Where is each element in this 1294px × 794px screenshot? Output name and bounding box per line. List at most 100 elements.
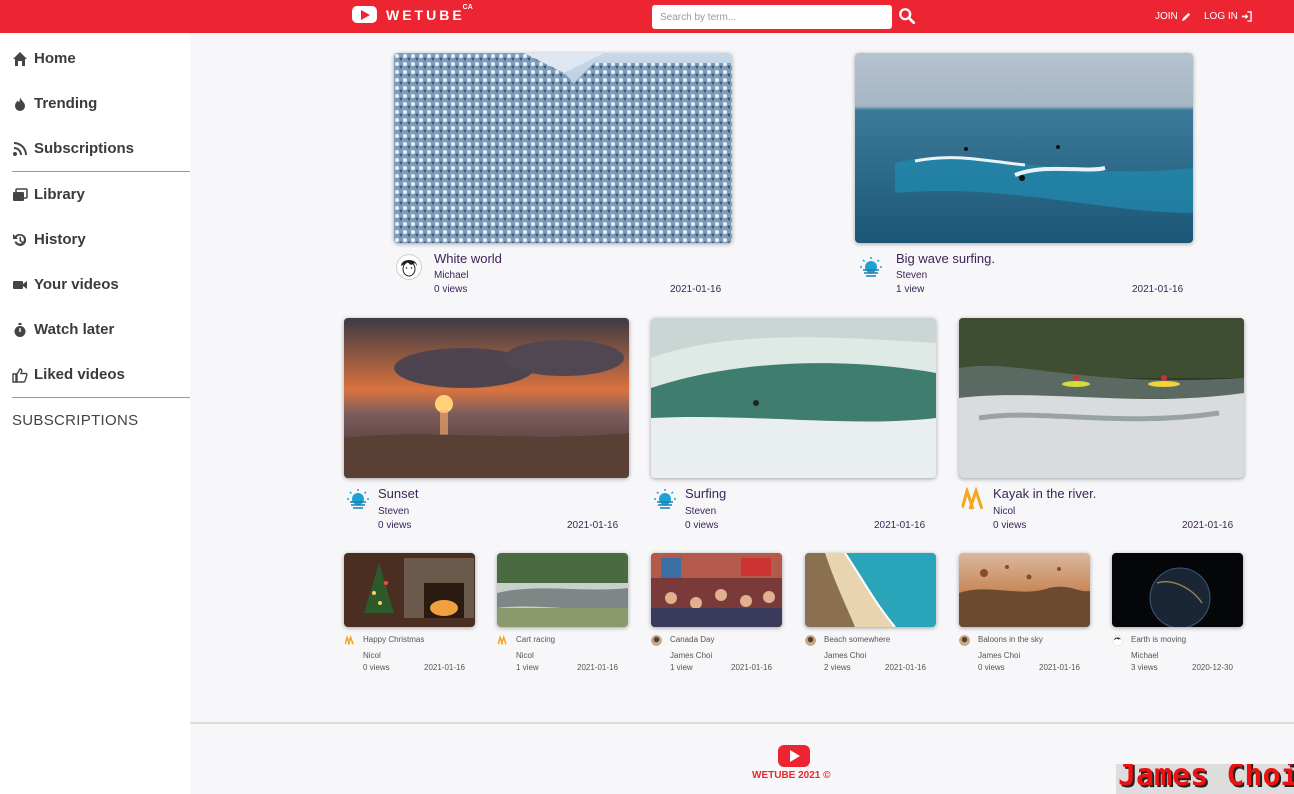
video-author[interactable]: Nicol bbox=[516, 651, 534, 660]
cart-racing-thumbnail bbox=[497, 553, 628, 627]
video-author[interactable]: James Choi bbox=[824, 651, 866, 660]
video-card[interactable]: Surfing Steven 0 views 2021-01-16 bbox=[651, 318, 936, 533]
sidebar-item-trending[interactable]: Trending bbox=[12, 95, 97, 112]
sidebar-item-label: Library bbox=[34, 186, 85, 203]
video-card[interactable]: White world Michael 0 views 2021-01-16 bbox=[394, 53, 732, 298]
avatar[interactable] bbox=[344, 635, 355, 646]
video-author[interactable]: Nicol bbox=[363, 651, 381, 660]
big-wave-thumbnail bbox=[855, 53, 1193, 243]
sidebar-item-label: Subscriptions bbox=[34, 140, 135, 157]
search-input[interactable] bbox=[652, 5, 892, 29]
video-card[interactable]: Canada Day James Choi 1 view 2021-01-16 bbox=[651, 553, 782, 675]
video-date: 2021-01-16 bbox=[670, 284, 722, 295]
video-thumbnail[interactable] bbox=[805, 553, 936, 627]
video-thumbnail[interactable] bbox=[959, 318, 1244, 478]
avatar[interactable] bbox=[1112, 635, 1123, 646]
video-card[interactable]: Sunset Steven 0 views 2021-01-16 bbox=[344, 318, 629, 533]
beach-thumbnail bbox=[805, 553, 936, 627]
video-date: 2021-01-16 bbox=[424, 663, 465, 672]
subscriptions-heading: SUBSCRIPTIONS bbox=[12, 412, 139, 429]
video-date: 2020-12-30 bbox=[1192, 663, 1233, 672]
login-link[interactable]: LOG IN bbox=[1204, 11, 1252, 22]
video-title[interactable]: White world bbox=[434, 251, 502, 266]
video-title[interactable]: Surfing bbox=[685, 486, 726, 501]
join-link[interactable]: JOIN bbox=[1155, 11, 1192, 22]
christmas-thumbnail bbox=[344, 553, 475, 627]
video-thumbnail[interactable] bbox=[344, 553, 475, 627]
avatar[interactable] bbox=[805, 635, 816, 646]
video-title[interactable]: Sunset bbox=[378, 486, 418, 501]
video-title[interactable]: Canada Day bbox=[670, 635, 714, 644]
sidebar-item-liked-videos[interactable]: Liked videos bbox=[12, 366, 125, 383]
video-views: 1 view bbox=[516, 663, 539, 672]
video-author[interactable]: Steven bbox=[896, 270, 927, 281]
sidebar-item-label: Liked videos bbox=[34, 366, 125, 383]
balloons-thumbnail bbox=[959, 553, 1090, 627]
video-thumbnail[interactable] bbox=[959, 553, 1090, 627]
sidebar-item-your-videos[interactable]: Your videos bbox=[12, 276, 119, 293]
video-author[interactable]: Michael bbox=[1131, 651, 1159, 660]
avatar[interactable] bbox=[651, 486, 679, 512]
video-title[interactable]: Happy Christmas bbox=[363, 635, 424, 644]
youtube-logo-icon[interactable] bbox=[778, 745, 810, 767]
avatar[interactable] bbox=[344, 486, 372, 512]
video-camera-icon bbox=[13, 280, 27, 289]
video-views: 0 views bbox=[978, 663, 1005, 672]
avatar[interactable] bbox=[959, 486, 987, 512]
video-author[interactable]: Michael bbox=[434, 270, 468, 281]
avatar[interactable] bbox=[396, 254, 422, 280]
video-title[interactable]: Beach somewhere bbox=[824, 635, 890, 644]
search-icon[interactable] bbox=[898, 7, 916, 25]
avatar[interactable] bbox=[497, 635, 508, 646]
video-card[interactable]: Earth is moving Michael 3 views 2020-12-… bbox=[1112, 553, 1243, 675]
video-title[interactable]: Kayak in the river. bbox=[993, 486, 1096, 501]
video-title[interactable]: Big wave surfing. bbox=[896, 251, 995, 266]
video-card[interactable]: Big wave surfing. Steven 1 view 2021-01-… bbox=[855, 53, 1193, 298]
sidebar-item-home[interactable]: Home bbox=[12, 50, 76, 67]
video-thumbnail[interactable] bbox=[497, 553, 628, 627]
sidebar-item-label: Home bbox=[34, 50, 76, 67]
sidebar-item-label: Your videos bbox=[34, 276, 119, 293]
video-thumbnail[interactable] bbox=[651, 553, 782, 627]
pencil-icon bbox=[1181, 12, 1190, 22]
video-author[interactable]: James Choi bbox=[978, 651, 1020, 660]
avatar[interactable] bbox=[651, 635, 662, 646]
logo-text: WETUBE bbox=[386, 6, 465, 23]
sidebar-item-watch-later[interactable]: Watch later bbox=[12, 321, 114, 338]
video-author[interactable]: Nicol bbox=[993, 506, 1015, 517]
sidebar-item-history[interactable]: History bbox=[12, 231, 86, 248]
surfing-thumbnail bbox=[651, 318, 936, 478]
video-author[interactable]: Steven bbox=[378, 506, 409, 517]
video-thumbnail[interactable] bbox=[394, 53, 732, 243]
video-title[interactable]: Earth is moving bbox=[1131, 635, 1186, 644]
top-header: WETUBE CA JOIN LOG IN bbox=[0, 0, 1294, 33]
avatar[interactable] bbox=[959, 635, 970, 646]
video-author[interactable]: Steven bbox=[685, 506, 716, 517]
video-card[interactable]: Kayak in the river. Nicol 0 views 2021-0… bbox=[959, 318, 1244, 533]
video-card[interactable]: Beach somewhere James Choi 2 views 2021-… bbox=[805, 553, 936, 675]
video-views: 0 views bbox=[434, 284, 468, 295]
sidebar-item-library[interactable]: Library bbox=[12, 186, 85, 203]
satellite-icon bbox=[13, 141, 27, 156]
video-views: 1 view bbox=[670, 663, 693, 672]
video-title[interactable]: Baloons in the sky bbox=[978, 635, 1043, 644]
video-thumbnail[interactable] bbox=[344, 318, 629, 478]
video-card[interactable]: Happy Christmas Nicol 0 views 2021-01-16 bbox=[344, 553, 475, 675]
video-author[interactable]: James Choi bbox=[670, 651, 712, 660]
video-thumbnail[interactable] bbox=[1112, 553, 1243, 627]
video-date: 2021-01-16 bbox=[731, 663, 772, 672]
site-logo[interactable]: WETUBE CA bbox=[352, 4, 473, 23]
video-views: 0 views bbox=[685, 520, 719, 531]
avatar[interactable] bbox=[857, 254, 885, 280]
sidebar-divider bbox=[12, 171, 190, 172]
video-thumbnail[interactable] bbox=[651, 318, 936, 478]
video-thumbnail[interactable] bbox=[855, 53, 1193, 243]
video-card[interactable]: Baloons in the sky James Choi 0 views 20… bbox=[959, 553, 1090, 675]
video-date: 2021-01-16 bbox=[885, 663, 926, 672]
signature-banner: James Choi bbox=[1116, 764, 1294, 794]
video-card[interactable]: Cart racing Nicol 1 view 2021-01-16 bbox=[497, 553, 628, 675]
video-date: 2021-01-16 bbox=[577, 663, 618, 672]
video-title[interactable]: Cart racing bbox=[516, 635, 555, 644]
sidebar-item-subscriptions[interactable]: Subscriptions bbox=[12, 140, 134, 157]
sidebar-item-label: Watch later bbox=[34, 321, 115, 338]
